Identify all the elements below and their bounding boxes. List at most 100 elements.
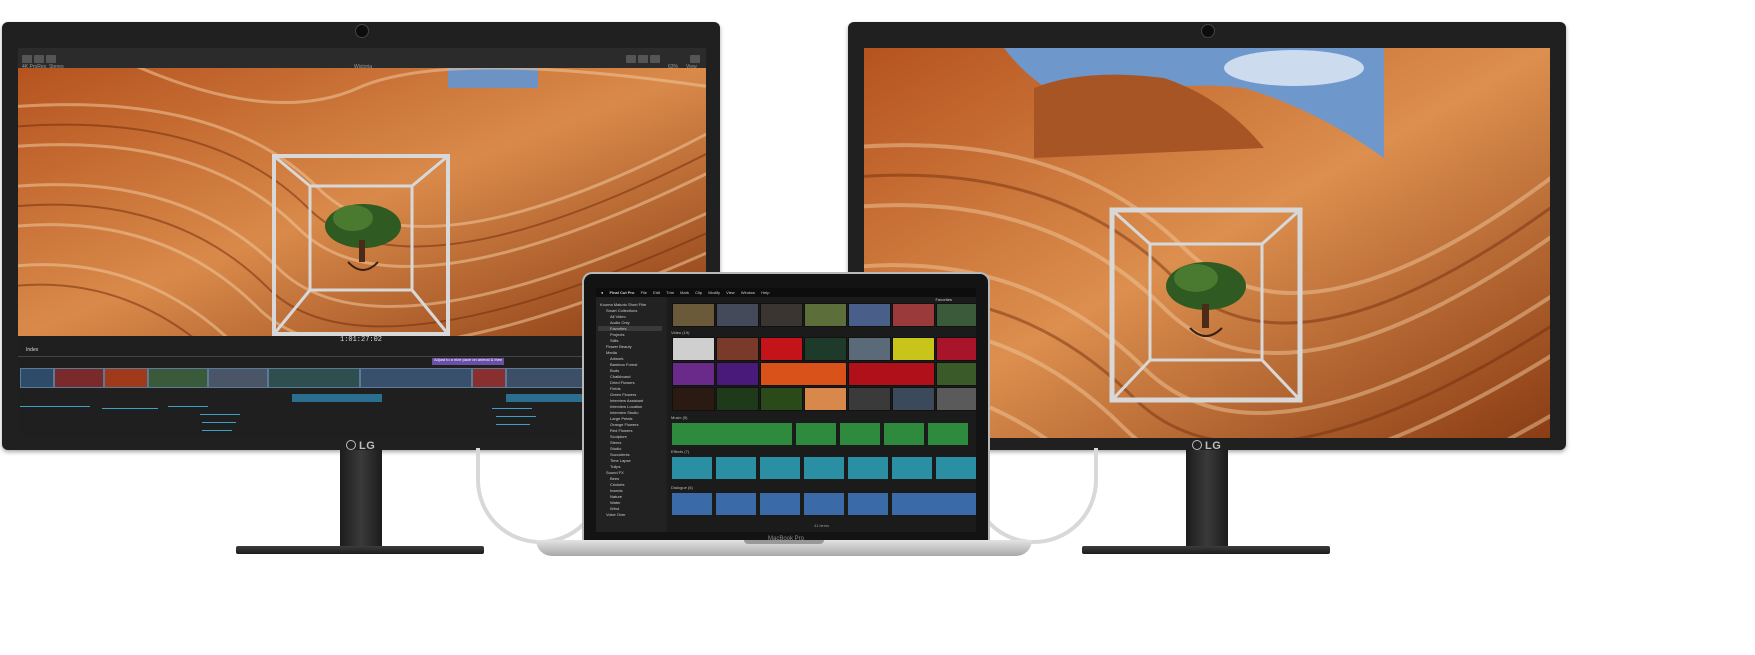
sidebar-item-succulents[interactable]: Succulents (610, 452, 630, 457)
sidebar-item-interview-studio[interactable]: Interview Studio (610, 410, 638, 415)
index-button[interactable]: Index (26, 347, 38, 353)
effects-clip[interactable] (848, 457, 888, 479)
browser-filter[interactable]: Favorites (936, 297, 952, 302)
clip-thumbnail[interactable] (848, 337, 891, 361)
clip-thumbnail[interactable] (760, 337, 803, 361)
sidebar-item-chalkboard[interactable]: Chalkboard (610, 374, 630, 379)
keyword-icon[interactable] (34, 55, 44, 63)
sidebar-item-wind[interactable]: Wind (610, 506, 619, 511)
sidebar-item-interview-location[interactable]: Interview Location (610, 404, 642, 409)
menu-final-cut-pro[interactable]: Final Cut Pro (610, 290, 635, 295)
dialogue-clip[interactable] (892, 493, 976, 515)
share-icon[interactable] (690, 55, 700, 63)
sidebar-item-insects[interactable]: Insects (610, 488, 623, 493)
section-music[interactable]: Music (5) (671, 415, 687, 420)
menu-view[interactable]: View (726, 290, 735, 295)
clip-thumbnail[interactable] (716, 337, 759, 361)
sidebar-item-dried-flowers[interactable]: Dried Flowers (610, 380, 635, 385)
clip-thumbnail[interactable] (936, 303, 976, 327)
menu-mark[interactable]: Mark (680, 290, 689, 295)
menu-edit[interactable]: Edit (653, 290, 660, 295)
sidebar-item-sound-fx[interactable]: Sound FX (606, 470, 624, 475)
clip-thumbnail[interactable] (716, 387, 759, 411)
video-clip-6[interactable] (268, 368, 360, 388)
music-clip[interactable] (884, 423, 924, 445)
sidebar-item-buds[interactable]: Buds (610, 368, 619, 373)
music-clip[interactable] (672, 423, 792, 445)
effects-clip[interactable] (672, 457, 712, 479)
clip-thumbnail[interactable] (936, 387, 976, 411)
sidebar-item-time-lapse[interactable]: Time Lapse (610, 458, 631, 463)
sidebar-item-water[interactable]: Water (610, 500, 621, 505)
sidebar-item-interview-assistant[interactable]: Interview Assistant (610, 398, 643, 403)
background-tasks-icon[interactable] (46, 55, 56, 63)
clip-thumbnail[interactable] (760, 387, 803, 411)
sidebar-item-all-video[interactable]: All Video (610, 314, 626, 319)
sidebar-item-voice-over[interactable]: Voice Over (606, 512, 626, 517)
effects-clip[interactable] (716, 457, 756, 479)
dialogue-clip[interactable] (848, 493, 888, 515)
video-clip-1[interactable] (20, 368, 54, 388)
video-clip-5[interactable] (208, 368, 268, 388)
clip-thumbnail[interactable] (936, 337, 976, 361)
clip-thumbnail[interactable] (892, 337, 935, 361)
effects-clip[interactable] (936, 457, 976, 479)
apple-icon[interactable]: ● (601, 290, 603, 295)
clip-thumbnail[interactable] (848, 387, 891, 411)
clip-thumbnail[interactable] (672, 387, 715, 411)
video-clip-8[interactable] (472, 368, 506, 388)
clip-thumbnail[interactable] (848, 303, 891, 327)
sidebar-item-crickets[interactable]: Crickets (610, 482, 624, 487)
sidebar-item-studio[interactable]: Studio (610, 446, 621, 451)
sidebar-item-stems[interactable]: Stems (610, 440, 621, 445)
video-clip-2[interactable] (54, 368, 104, 388)
sidebar-item-projects[interactable]: Projects (610, 332, 624, 337)
sidebar-item-fields[interactable]: Fields (610, 386, 621, 391)
video-clip-4[interactable] (148, 368, 208, 388)
sidebar-item-audio-only[interactable]: Audio Only (610, 320, 630, 325)
dialogue-clip[interactable] (716, 493, 756, 515)
clip-thumbnail[interactable] (760, 362, 847, 386)
music-clip[interactable] (840, 423, 880, 445)
clip-thumbnail[interactable] (672, 337, 715, 361)
dialogue-clip[interactable] (804, 493, 844, 515)
clip-thumbnail[interactable] (716, 303, 759, 327)
clip-thumbnail[interactable] (760, 303, 803, 327)
section-dialogue[interactable]: Dialogue (6) (671, 485, 693, 490)
video-clip-9[interactable] (506, 368, 586, 388)
music-clip[interactable] (928, 423, 968, 445)
library-name[interactable]: Kouma Makoto Short Film (600, 302, 646, 307)
dialogue-clip[interactable] (760, 493, 800, 515)
sidebar-item-tulips[interactable]: Tulips (610, 464, 621, 469)
sidebar-item-favorites[interactable]: Favorites (598, 326, 662, 331)
menu-window[interactable]: Window (741, 290, 755, 295)
sidebar-item-nature[interactable]: Nature (610, 494, 622, 499)
sidebar-item-large-petals[interactable]: Large Petals (610, 416, 632, 421)
effects-clip[interactable] (760, 457, 800, 479)
menu-help[interactable]: Help (761, 290, 769, 295)
menu-clip[interactable]: Clip (695, 290, 702, 295)
sidebar-item-bees[interactable]: Bees (610, 476, 619, 481)
sidebar-item-bamboo-forest[interactable]: Bamboo Forest (610, 362, 637, 367)
audio-clip-1[interactable] (292, 394, 382, 402)
music-clip[interactable] (796, 423, 836, 445)
sidebar-item-flower-beauty[interactable]: Flower Beauty (606, 344, 632, 349)
effects-clip[interactable] (892, 457, 932, 479)
clip-thumbnail[interactable] (672, 362, 715, 386)
section-video[interactable]: Video (19) (671, 330, 689, 335)
menu-trim[interactable]: Trim (666, 290, 674, 295)
inspector-toggle-icon[interactable] (650, 55, 660, 63)
sidebar-item-green-flowers[interactable]: Green Flowers (610, 392, 636, 397)
sidebar-item-orange-flowers[interactable]: Orange Flowers (610, 422, 638, 427)
clip-thumbnail[interactable] (716, 362, 759, 386)
sidebar-item-red-flowers[interactable]: Red Flowers (610, 428, 632, 433)
clip-thumbnail[interactable] (804, 387, 847, 411)
import-icon[interactable] (22, 55, 32, 63)
clip-thumbnail[interactable] (848, 362, 935, 386)
browser-toggle-icon[interactable] (626, 55, 636, 63)
sidebar-item-artwork[interactable]: Artwork (610, 356, 624, 361)
menu-file[interactable]: File (641, 290, 647, 295)
section-effects[interactable]: Effects (7) (671, 449, 689, 454)
timeline-toggle-icon[interactable] (638, 55, 648, 63)
menu-modify[interactable]: Modify (708, 290, 720, 295)
